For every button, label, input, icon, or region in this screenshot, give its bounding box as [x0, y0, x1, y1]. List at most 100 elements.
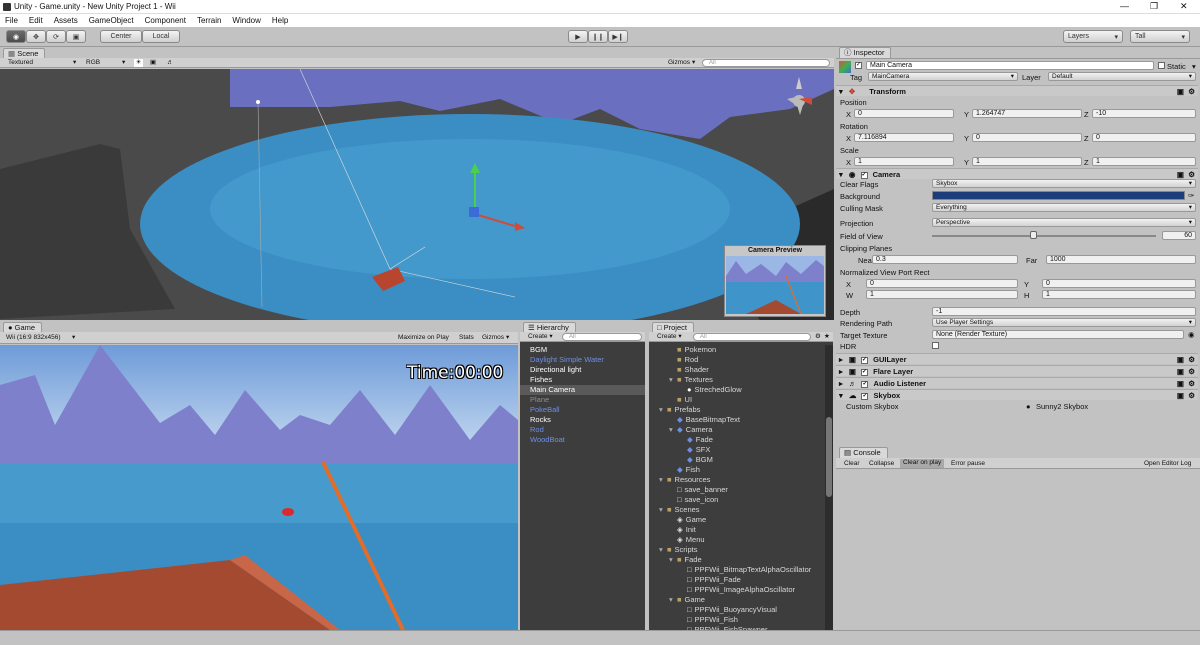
project-scrollbar-thumb[interactable]	[826, 417, 832, 497]
projection-dropdown[interactable]: Perspective ▾	[932, 218, 1196, 227]
flare-layer-enabled-checkbox[interactable]: ✓	[861, 368, 869, 376]
shading-mode-dropdown[interactable]: Textured	[8, 59, 33, 67]
move-tool-button[interactable]: ✥	[26, 30, 46, 43]
audio-listener-enabled-checkbox[interactable]: ✓	[861, 380, 869, 388]
foldout-arrow-icon[interactable]: ▾	[659, 505, 667, 515]
flare-layer-header[interactable]: ▸ ▣ ✓ Flare Layer ▣ ⚙	[836, 365, 1198, 376]
project-item[interactable]: ▾ ■ Game	[649, 595, 705, 605]
hierarchy-item[interactable]: Directional light	[520, 365, 645, 375]
culling-mask-dropdown[interactable]: Everything ▾	[932, 203, 1196, 212]
image-toggle-icon[interactable]: ▣	[150, 59, 156, 67]
project-item[interactable]: ▾ ◆ Camera	[649, 425, 712, 435]
scale-z-field[interactable]: 1	[1092, 157, 1196, 166]
viewport-y-field[interactable]: 0	[1042, 279, 1196, 288]
filter-type-icon[interactable]: ⚙	[815, 333, 821, 341]
guilayer-enabled-checkbox[interactable]: ✓	[861, 356, 869, 364]
hierarchy-item[interactable]: Fishes	[520, 375, 645, 385]
project-item[interactable]: ■ Shader	[649, 365, 709, 375]
active-checkbox[interactable]: ✓	[855, 62, 862, 69]
gear-icon[interactable]: ⚙	[1188, 366, 1195, 377]
gizmos-dropdown[interactable]: Gizmos	[668, 59, 690, 67]
static-checkbox[interactable]	[1158, 62, 1165, 69]
foldout-arrow-icon[interactable]: ▾	[669, 595, 677, 605]
project-item[interactable]: ▾ ■ Fade	[649, 555, 702, 565]
project-item[interactable]: ◆ SFX	[649, 445, 710, 455]
gizmos-dropdown[interactable]: Gizmos	[482, 334, 504, 342]
scale-tool-button[interactable]: ▣	[66, 30, 86, 43]
menu-file[interactable]: File	[5, 14, 18, 27]
near-clip-field[interactable]: 0.3	[872, 255, 1018, 264]
project-item[interactable]: ◆ Fish	[649, 465, 700, 475]
viewport-w-field[interactable]: 1	[866, 290, 1018, 299]
help-icon[interactable]: ▣	[1177, 366, 1184, 377]
project-item[interactable]: □ PPFWii_Fade	[649, 575, 741, 585]
project-search-input[interactable]: All	[693, 333, 811, 341]
project-item[interactable]: ◆ Fade	[649, 435, 713, 445]
minimize-button[interactable]: —	[1120, 1, 1129, 11]
menu-window[interactable]: Window	[232, 14, 260, 27]
guilayer-header[interactable]: ▸ ▣ ✓ GUILayer ▣ ⚙	[836, 353, 1198, 364]
project-item[interactable]: ◈ Game	[649, 515, 706, 525]
console-clear-on-play-button[interactable]: Clear on play	[900, 459, 945, 468]
render-mode-dropdown[interactable]: RGB	[86, 59, 100, 67]
project-item[interactable]: ▾ ■ Scripts	[649, 545, 697, 555]
project-item[interactable]: ■ Pokemon	[649, 345, 716, 355]
object-name-field[interactable]: Main Camera	[866, 61, 1154, 70]
gear-icon[interactable]: ⚙	[1188, 86, 1195, 97]
rotation-y-field[interactable]: 0	[972, 133, 1082, 142]
fov-slider-track[interactable]	[932, 235, 1156, 237]
open-editor-log-button[interactable]: Open Editor Log	[1144, 460, 1191, 468]
project-item[interactable]: ▾ ■ Resources	[649, 475, 710, 485]
maximize-button[interactable]: ❐	[1150, 1, 1158, 12]
project-item[interactable]: □ save_icon	[649, 495, 718, 505]
hierarchy-item[interactable]: Plane	[520, 395, 645, 405]
frustum-handle[interactable]	[256, 100, 260, 104]
hierarchy-item[interactable]: Rocks	[520, 415, 645, 425]
foldout-arrow-icon[interactable]: ▾	[659, 405, 667, 415]
tab-inspector[interactable]: ⓘ Inspector	[839, 47, 892, 58]
background-color-swatch[interactable]	[932, 191, 1185, 200]
rotation-z-field[interactable]: 0	[1092, 133, 1196, 142]
layer-dropdown[interactable]: Default ▾	[1048, 72, 1196, 81]
play-button[interactable]: ▶	[568, 30, 588, 43]
hierarchy-item[interactable]: PokeBall	[520, 405, 645, 415]
custom-skybox-value[interactable]: Sunny2 Skybox	[1036, 402, 1088, 411]
help-icon[interactable]: ▣	[1177, 378, 1184, 389]
viewport-h-field[interactable]: 1	[1042, 290, 1196, 299]
menu-component[interactable]: Component	[145, 14, 186, 27]
foldout-arrow-icon[interactable]: ▾	[669, 555, 677, 565]
close-button[interactable]: ✕	[1180, 1, 1188, 12]
stats-toggle[interactable]: Stats	[459, 334, 474, 342]
foldout-arrow-icon[interactable]: ▾	[669, 375, 677, 385]
project-item[interactable]: ▾ ■ Prefabs	[649, 405, 700, 415]
scene-viewport[interactable]	[0, 69, 834, 320]
project-item[interactable]: □ save_banner	[649, 485, 728, 495]
project-item[interactable]: □ PPFWii_ImageAlphaOscillator	[649, 585, 795, 595]
filter-label-icon[interactable]: ★	[824, 333, 830, 341]
object-picker-icon[interactable]: ◉	[1188, 330, 1195, 339]
foldout-arrow-icon[interactable]: ▾	[659, 475, 667, 485]
hierarchy-create-dropdown[interactable]: Create ▾	[528, 333, 553, 341]
hierarchy-item[interactable]: WoodBoat	[520, 435, 645, 445]
project-item[interactable]: ▾ ■ Textures	[649, 375, 713, 385]
target-texture-field[interactable]: None (Render Texture)	[932, 330, 1184, 339]
project-item[interactable]: ● StrechedGlow	[649, 385, 742, 395]
menu-edit[interactable]: Edit	[29, 14, 43, 27]
game-viewport[interactable]	[0, 345, 518, 630]
pivot-local-button[interactable]: Local	[142, 30, 180, 43]
rendering-path-dropdown[interactable]: Use Player Settings ▾	[932, 318, 1196, 327]
console-clear-button[interactable]: Clear	[844, 460, 860, 468]
help-icon[interactable]: ▣	[1177, 390, 1184, 401]
console-collapse-button[interactable]: Collapse	[869, 460, 894, 468]
gear-icon[interactable]: ⚙	[1188, 354, 1195, 365]
eyedropper-icon[interactable]: ✑	[1188, 191, 1194, 200]
position-y-field[interactable]: 1.264747	[972, 109, 1082, 118]
project-item[interactable]: ◈ Menu	[649, 535, 705, 545]
project-item[interactable]: □ PPFWii_Fish	[649, 615, 738, 625]
tab-console[interactable]: ▤ Console	[839, 447, 888, 458]
move-gizmo-z-plane[interactable]	[469, 207, 479, 217]
scene-search-input[interactable]: All	[702, 59, 830, 67]
lighting-toggle-icon[interactable]: ☀	[134, 59, 143, 67]
camera-enabled-checkbox[interactable]: ✓	[860, 171, 868, 179]
project-item[interactable]: ◆ BaseBitmapText	[649, 415, 740, 425]
